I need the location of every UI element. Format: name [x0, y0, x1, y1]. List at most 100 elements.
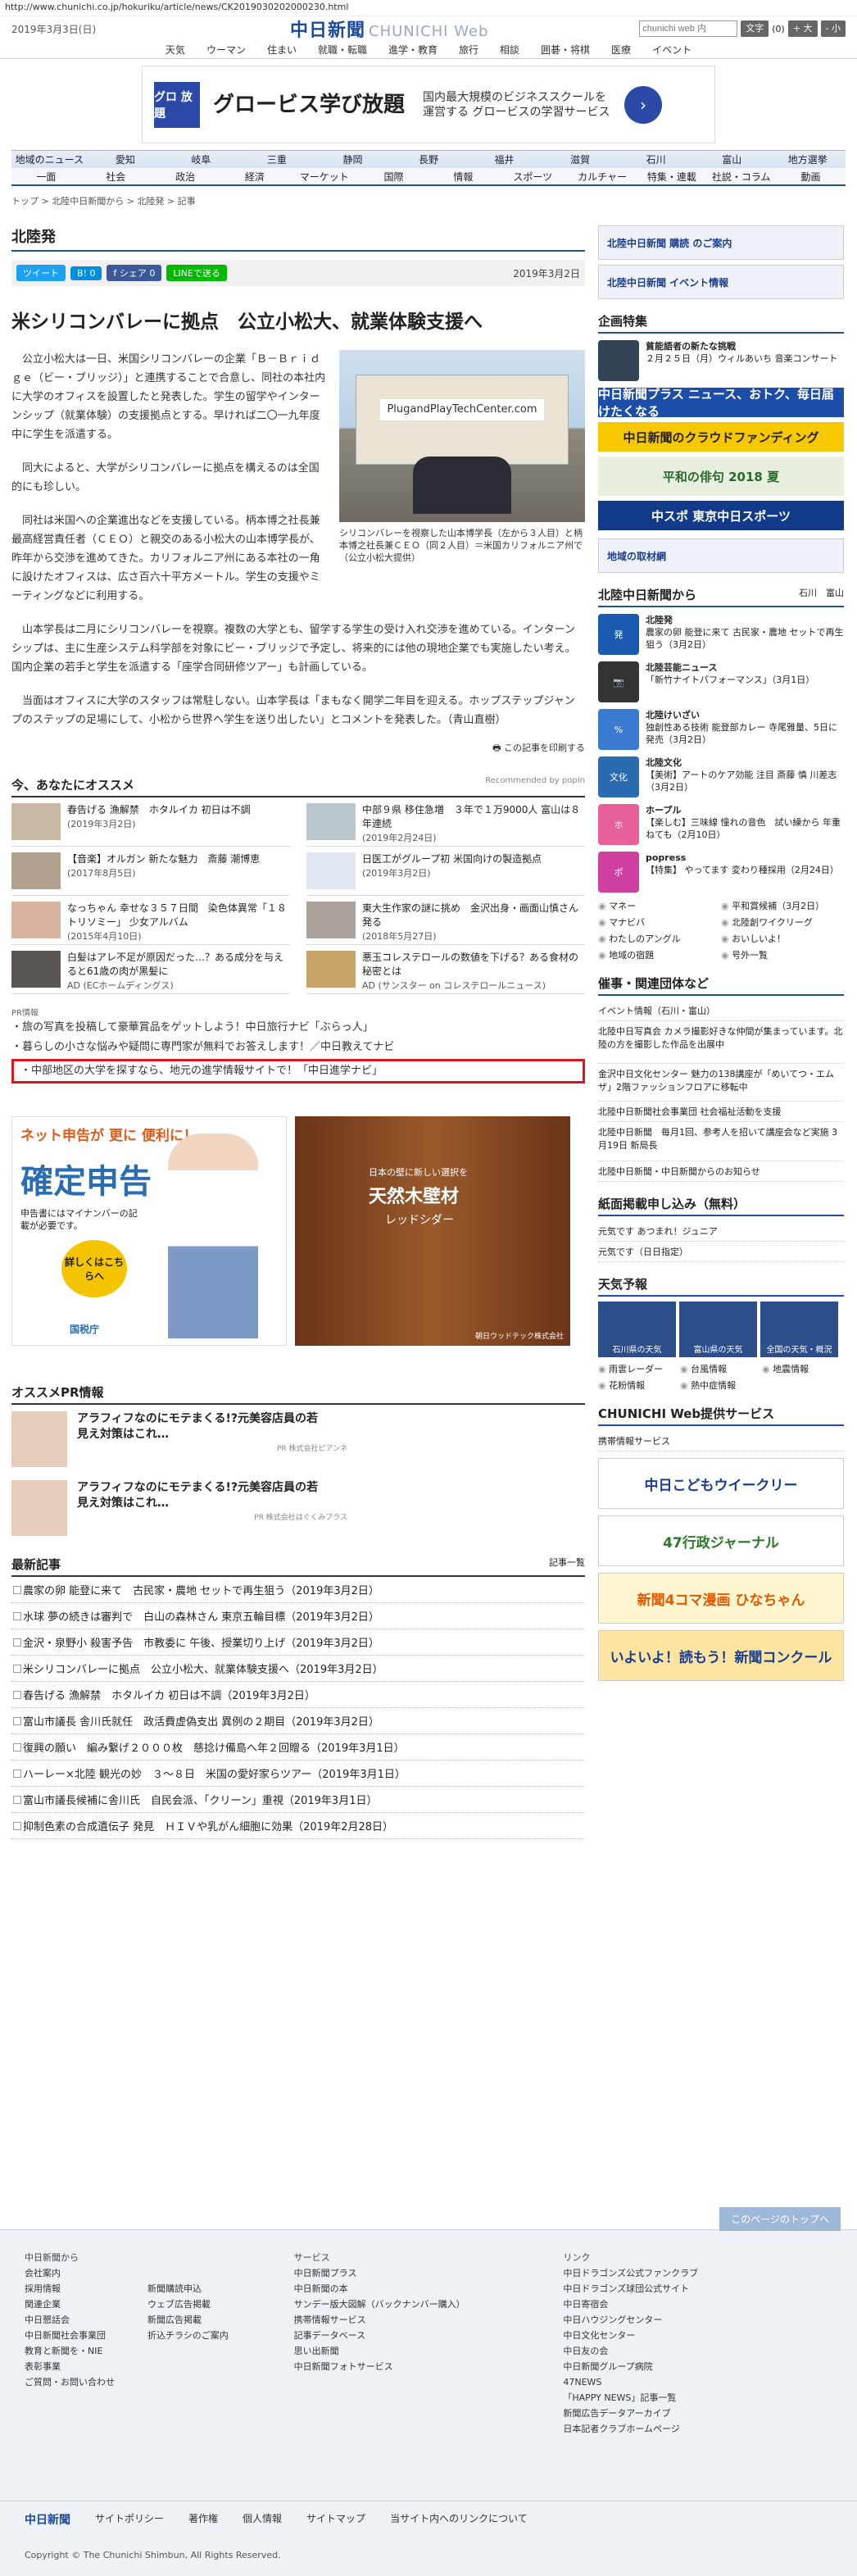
- category-item[interactable]: 動画: [776, 168, 846, 184]
- gnav-item[interactable]: 住まい: [256, 41, 307, 58]
- font-smaller-button[interactable]: - 小: [820, 20, 846, 37]
- footer-link[interactable]: 思い出新聞: [294, 2343, 564, 2359]
- region-item[interactable]: 滋賀: [542, 151, 619, 168]
- tag-link[interactable]: おいしいよ！: [721, 932, 844, 945]
- region-item[interactable]: 石川: [618, 151, 694, 168]
- region-item[interactable]: 福井: [466, 151, 542, 168]
- hokuriku-item[interactable]: ポ popress 【特集】 やってます 変わり種採用（2月24日）: [598, 852, 844, 893]
- category-item[interactable]: スポーツ: [498, 168, 568, 184]
- tag-link[interactable]: 地域の宿題: [598, 948, 721, 961]
- line-button[interactable]: LINEで送る: [166, 265, 227, 281]
- region-item[interactable]: 三重: [239, 151, 315, 168]
- footer-link[interactable]: 記事データベース: [294, 2328, 564, 2343]
- footer-link[interactable]: ウェブ広告掲載: [147, 2297, 229, 2312]
- service-banner[interactable]: いよいよ！読もう！新聞コンクール: [598, 1630, 844, 1681]
- weather-link[interactable]: 台風情報: [680, 1362, 762, 1375]
- footer-link[interactable]: 会社案内: [25, 2265, 115, 2281]
- side-banner[interactable]: 平和の俳句 2018 夏: [598, 457, 844, 496]
- wood-ad[interactable]: 日本の壁に新しい選択を 天然木壁材 レッドシダー 朝日ウッドテック株式会社: [295, 1116, 570, 1346]
- footer-link[interactable]: 中日懇話会: [25, 2312, 115, 2328]
- kigyo-item[interactable]: 北陸中日新聞・中日新聞からのお知らせ: [598, 1161, 844, 1182]
- recommend-item[interactable]: 東大生作家の謎に挑め 金沢出身・画面山慎さん発る (2018年5月27日): [306, 896, 585, 945]
- recommend-item[interactable]: 【音楽】オルガン 新たな魅力 斎藤 潮博恵 (2017年8月5日): [11, 847, 290, 896]
- tab-toyama[interactable]: 富山: [826, 588, 844, 598]
- search-button[interactable]: 文字: [741, 20, 769, 37]
- gnav-item[interactable]: ウーマン: [196, 41, 256, 58]
- url-bar[interactable]: http://www.chunichi.co.jp/hokuriku/artic…: [0, 0, 857, 16]
- footer-link[interactable]: 「HAPPY NEWS」記事一覧: [563, 2390, 832, 2406]
- footer-link[interactable]: 携帯情報サービス: [294, 2312, 564, 2328]
- hokuriku-item[interactable]: 📷 北陸芸能ニュース 「新竹ナイトパフォーマンス」（3月1日）: [598, 661, 844, 702]
- tag-link[interactable]: 平和賞候補（3月2日）: [721, 899, 844, 912]
- tab-ishikawa[interactable]: 石川: [799, 588, 817, 598]
- pr-link-highlighted[interactable]: ・中部地区の大学を探すなら、地元の進学情報サイトで！「中日進学ナビ」: [11, 1059, 585, 1084]
- category-item[interactable]: 国際: [359, 168, 428, 184]
- footer-link[interactable]: 中日友の会: [563, 2343, 832, 2359]
- region-item[interactable]: 地方選挙: [769, 151, 846, 168]
- footer-bottom-link[interactable]: サイトポリシー: [95, 2511, 164, 2528]
- category-item[interactable]: 経済: [220, 168, 289, 184]
- footer-bottom-link[interactable]: 個人情報: [243, 2511, 282, 2528]
- mousikomi-item[interactable]: 元気です あつまれ！ジュニア: [598, 1221, 844, 1242]
- footer-link[interactable]: 採用情報: [25, 2281, 115, 2297]
- footer-link[interactable]: 中日寄宿会: [563, 2297, 832, 2312]
- service-banner[interactable]: 47行政ジャーナル: [598, 1515, 844, 1566]
- kigyo-item[interactable]: 北陸中日新聞社会事業団 社会福祉活動を支援: [598, 1102, 844, 1122]
- gnav-item[interactable]: 囲碁・将棋: [530, 41, 601, 58]
- print-link[interactable]: 🖶 この記事を印刷する: [11, 741, 585, 756]
- footer-link[interactable]: 中日文化センター: [563, 2328, 832, 2343]
- hokuriku-item[interactable]: 文化 北陸文化 【美術】アートのケア効能 注目 斎藤 慎 川差志（3月2日）: [598, 756, 844, 797]
- category-item[interactable]: 社会: [81, 168, 151, 184]
- tweet-button[interactable]: ツイート: [16, 265, 66, 281]
- chevron-right-icon[interactable]: ›: [624, 85, 662, 124]
- gnav-item[interactable]: 進学・教育: [378, 41, 448, 58]
- weather-link[interactable]: 地震情報: [762, 1362, 844, 1375]
- hokuriku-item[interactable]: % 北陸けいざい 独創性ある技術 能登部カレー 寺尾雅量、5日に発売（3月2日）: [598, 709, 844, 750]
- footer-link[interactable]: 中日新聞グループ病院: [563, 2359, 832, 2374]
- latest-item[interactable]: 金沢・泉野小 殺害予告 市教委に 午後、授業切り上げ（2019年3月2日）: [11, 1629, 585, 1656]
- footer-link[interactable]: 関連企業: [25, 2297, 115, 2312]
- latest-item[interactable]: 水球 夢の続きは審判で 白山の森林さん 東京五輪目標（2019年3月2日）: [11, 1603, 585, 1629]
- kigyo-link[interactable]: イベント情報（石川・富山）: [598, 1001, 844, 1021]
- service-banner[interactable]: 中日こどもウイークリー: [598, 1458, 844, 1509]
- footer-link[interactable]: 新聞広告掲載: [147, 2312, 229, 2328]
- service-banner[interactable]: 新聞4コマ漫画 ひなちゃん: [598, 1573, 844, 1624]
- side-banner[interactable]: 中日新聞のクラウドファンディング: [598, 422, 844, 452]
- font-larger-button[interactable]: + 大: [787, 20, 818, 37]
- latest-item[interactable]: 富山市議長 舎川氏就任 政活費虚偽支出 異例の２期目（2019年3月2日）: [11, 1708, 585, 1734]
- side-banner[interactable]: 中スポ 東京中日スポーツ: [598, 501, 844, 530]
- event-info-box[interactable]: 北陸中日新聞 イベント情報: [598, 265, 844, 299]
- region-item[interactable]: 地域のニュース: [11, 151, 88, 168]
- region-item[interactable]: 岐阜: [163, 151, 239, 168]
- footer-link[interactable]: 中日新聞社会事業団: [25, 2328, 115, 2343]
- gnav-item[interactable]: 相談: [489, 41, 530, 58]
- recommend-item[interactable]: 日医工がグループ初 米国向けの製造拠点 (2019年3月2日): [306, 847, 585, 896]
- category-item[interactable]: 情報: [428, 168, 498, 184]
- footer-link[interactable]: 中日ハウジングセンター: [563, 2312, 832, 2328]
- weather-tile[interactable]: 全国の天気・概況: [760, 1302, 838, 1357]
- footer-link[interactable]: 中日ドラゴンズ球団公式サイト: [563, 2281, 832, 2297]
- footer-link[interactable]: 中日ドラゴンズ公式ファンクラブ: [563, 2265, 832, 2281]
- pr-link[interactable]: ・暮らしの小さな悩みや疑問に専門家が無料でお答えします！／中日教えてナビ: [11, 1038, 585, 1057]
- region-item[interactable]: 静岡: [315, 151, 391, 168]
- footer-logo[interactable]: 中日新聞: [25, 2511, 70, 2528]
- gnav-item[interactable]: 医療: [601, 41, 642, 58]
- tag-link[interactable]: わたしのアングル: [598, 932, 721, 945]
- footer-link[interactable]: 日本記者クラブホームページ: [563, 2421, 832, 2437]
- latest-item[interactable]: 富山市議長候補に舎川氏 自民会派、「クリーン」重視（2019年3月1日）: [11, 1787, 585, 1813]
- hatena-button[interactable]: B! 0: [70, 266, 102, 280]
- footer-link[interactable]: 表彰事業: [25, 2359, 115, 2374]
- footer-link[interactable]: 折込チラシのご案内: [147, 2328, 229, 2343]
- gnav-item[interactable]: イベント: [642, 41, 702, 58]
- recommend-item[interactable]: 春告げる 漁解禁 ホタルイカ 初日は不調 (2019年3月2日): [11, 797, 290, 847]
- tax-ad-button[interactable]: 詳しくはこちらへ: [61, 1240, 127, 1297]
- pr-osusume-item[interactable]: アラフィフなのにモテまくる!?元美容店員の若見え対策はこれ… PR 株式会社はぐく…: [11, 1474, 585, 1542]
- footer-link[interactable]: 中日新聞プラス: [294, 2265, 564, 2281]
- recommend-item[interactable]: 悪玉コレステロールの数値を下げる？ある食材の秘密とは AD (サンスター on コ…: [306, 945, 585, 994]
- ad-banner[interactable]: グロ 放題 グロービス学び放題 国内最大規模のビジネススクールを運営する グロー…: [142, 66, 715, 143]
- recommend-item[interactable]: 白髪はアレ不足が原因だった…？ある成分を与えると61歳の肉が黒髪に AD (ECホ…: [11, 945, 290, 994]
- region-item[interactable]: 愛知: [88, 151, 164, 168]
- side-banner[interactable]: 中日新聞プラス ニュース、おトク、毎日届けたくなる: [598, 387, 844, 419]
- back-to-top-button[interactable]: このページのトップへ: [719, 2207, 841, 2231]
- torizai-box[interactable]: 地域の取材網: [598, 538, 844, 573]
